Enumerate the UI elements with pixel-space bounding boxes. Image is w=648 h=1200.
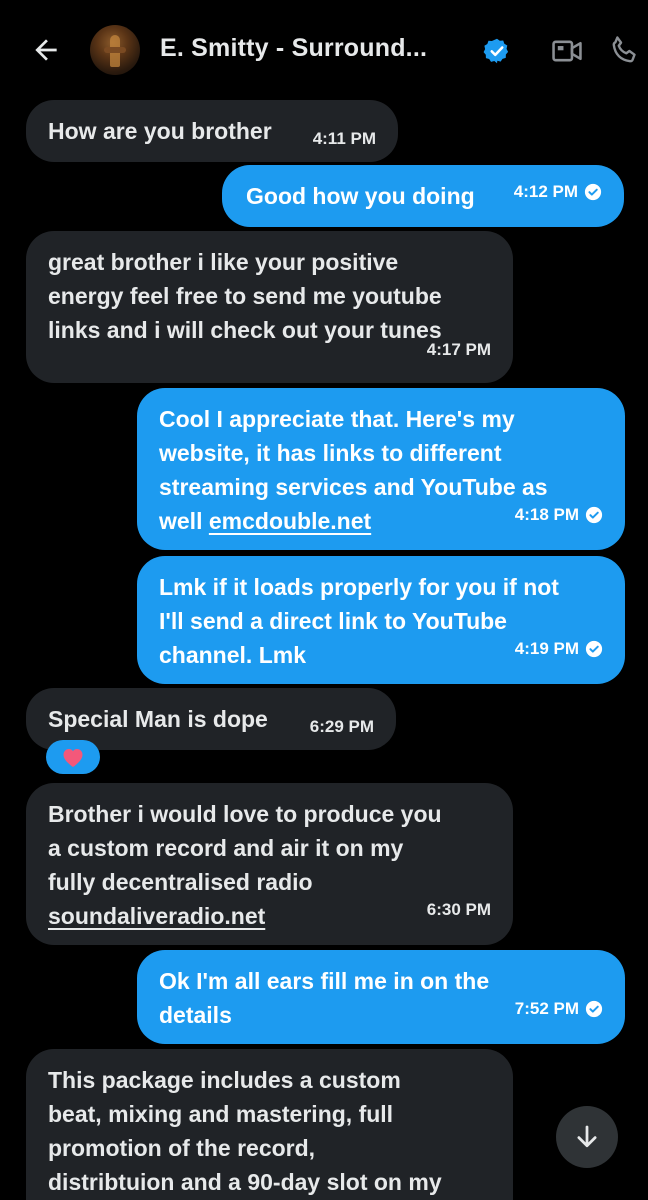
- message-line: beat, mixing and mastering, full: [48, 1101, 394, 1127]
- message-line: Lmk if it loads properly for you if not: [159, 574, 559, 600]
- incoming-message[interactable]: This package includes a custom beat, mix…: [26, 1049, 513, 1200]
- message-timestamp: 6:29 PM: [309, 717, 374, 736]
- back-button[interactable]: [28, 32, 64, 68]
- scroll-to-bottom-button[interactable]: [556, 1106, 618, 1168]
- website-link[interactable]: soundaliveradio.net: [48, 903, 265, 929]
- video-camera-icon[interactable]: [550, 34, 584, 68]
- message-line: website, it has links to different: [159, 440, 502, 466]
- message-timestamp: 4:11 PM: [312, 129, 376, 148]
- avatar[interactable]: [90, 25, 140, 75]
- incoming-message[interactable]: Brother i would love to produce you a cu…: [26, 783, 513, 945]
- message-timestamp: 4:19 PM: [514, 639, 579, 658]
- website-link[interactable]: emcdouble.net: [209, 508, 371, 534]
- outgoing-message[interactable]: Lmk if it loads properly for you if not …: [137, 556, 625, 684]
- message-line: energy feel free to send me youtube: [48, 283, 442, 309]
- incoming-message[interactable]: How are you brother 4:11 PM: [26, 100, 398, 162]
- message-line: distribtuion and a 90-day slot on my: [48, 1169, 442, 1195]
- avatar-instrument: [104, 47, 126, 53]
- message-line: a custom record and air it on my: [48, 835, 404, 861]
- arrow-left-icon: [35, 39, 57, 61]
- verified-badge-icon: [483, 38, 509, 64]
- message-timestamp: 4:18 PM: [514, 505, 579, 524]
- message-timestamp: 6:30 PM: [426, 900, 491, 919]
- message-line: soundaliveradio.net: [48, 899, 491, 933]
- message-line: links and i will check out your tunes: [48, 317, 442, 343]
- check-circle-icon: [585, 1000, 603, 1018]
- message-text: Special Man is dope: [48, 706, 268, 732]
- message-line: fully decentralised radio: [48, 869, 313, 895]
- message-timestamp: 4:12 PM: [513, 182, 578, 201]
- outgoing-message[interactable]: Cool I appreciate that. Here's my websit…: [137, 388, 625, 550]
- check-circle-icon: [584, 183, 602, 201]
- incoming-message[interactable]: great brother i like your positive energ…: [26, 231, 513, 383]
- message-timestamp: 7:52 PM: [514, 999, 579, 1018]
- outgoing-message[interactable]: Good how you doing 4:12 PM: [222, 165, 624, 227]
- check-circle-icon: [585, 640, 603, 658]
- message-text: well: [159, 508, 209, 534]
- message-line: promotion of the record,: [48, 1135, 316, 1161]
- arrow-down-icon: [577, 1125, 597, 1148]
- heart-icon: [63, 749, 83, 767]
- message-line: great brother i like your positive: [48, 249, 399, 275]
- message-timestamp: 4:17 PM: [426, 340, 491, 359]
- message-text: How are you brother: [48, 118, 272, 144]
- message-text: Good how you doing: [246, 183, 475, 209]
- phone-icon[interactable]: [608, 32, 642, 68]
- message-line: Cool I appreciate that. Here's my: [159, 406, 515, 432]
- conversation-header: E. Smitty - Surround...: [0, 0, 648, 100]
- outgoing-message[interactable]: Ok I'm all ears fill me in on the detail…: [137, 950, 625, 1044]
- reaction-badge[interactable]: [46, 740, 100, 774]
- message-line: Brother i would love to produce you: [48, 801, 442, 827]
- conversation-title[interactable]: E. Smitty - Surround...: [160, 34, 427, 63]
- check-circle-icon: [585, 506, 603, 524]
- message-line: This package includes a custom: [48, 1067, 401, 1093]
